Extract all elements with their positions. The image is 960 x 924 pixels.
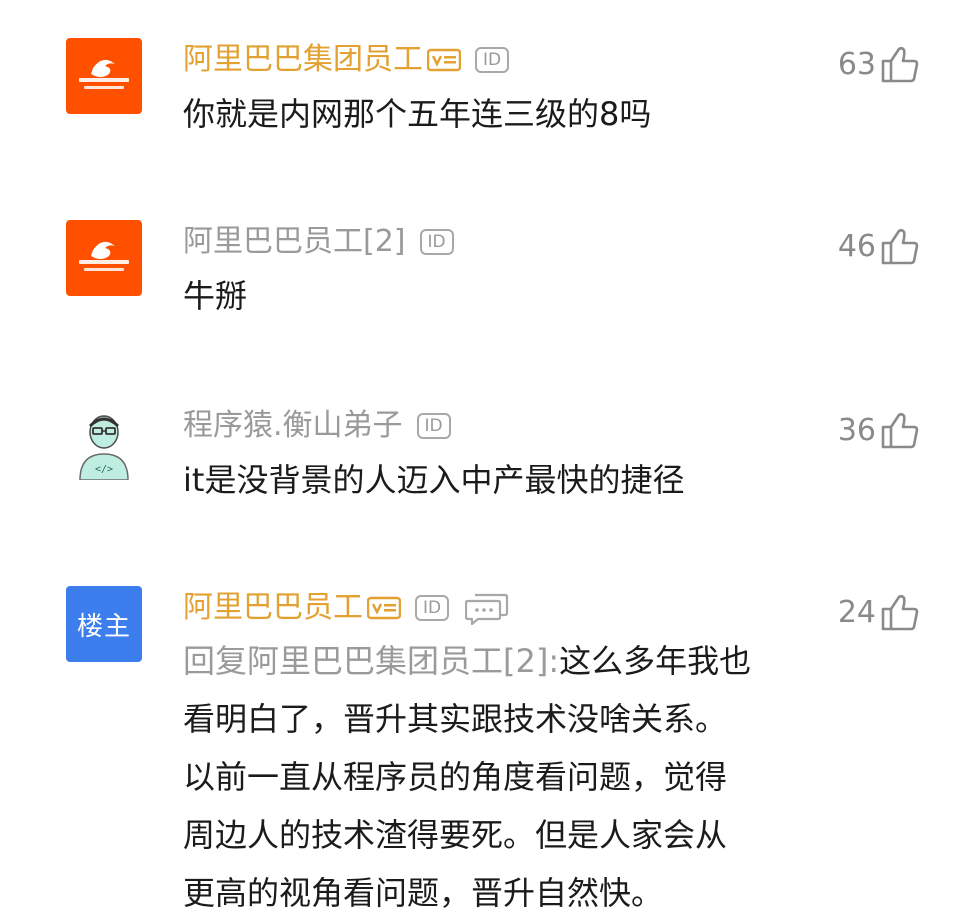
id-badge[interactable]: ID — [416, 413, 451, 439]
thumbs-up-icon[interactable] — [880, 226, 920, 266]
comment-line: 更高的视角看问题，晋升自然快。 — [183, 874, 664, 912]
comment-line-text: 这么多年我也 — [559, 642, 752, 680]
username[interactable]: 阿里巴巴员工 — [183, 588, 363, 628]
id-badge[interactable]: ID — [475, 47, 509, 73]
alibaba-avatar[interactable] — [66, 220, 142, 296]
verified-employee-icon — [367, 596, 401, 620]
username[interactable]: 程序猿.衡山弟子 — [183, 406, 403, 446]
like-count: 36 — [837, 412, 876, 448]
comment-text: it是没背景的人迈入中产最快的捷径 — [183, 461, 685, 499]
message-bubble-icon[interactable] — [465, 591, 509, 625]
like-count: 46 — [837, 228, 876, 264]
thumbs-up-icon[interactable] — [880, 44, 920, 84]
reply-prefix[interactable]: 回复阿里巴巴集团员工[2]: — [183, 642, 559, 680]
id-badge[interactable]: ID — [415, 595, 449, 621]
comment-header: 阿里巴巴员工 ID — [183, 588, 509, 628]
comment-line: 周边人的技术渣得要死。但是人家会从 — [183, 816, 728, 854]
comment-header: 阿里巴巴集团员工 ID — [183, 40, 509, 80]
comment-line: 以前一直从程序员的角度看问题，觉得 — [183, 758, 728, 796]
comment-text: 你就是内网那个五年连三级的8吗 — [183, 95, 652, 133]
coder-avatar[interactable]: </> — [66, 404, 142, 480]
alibaba-logo-icon — [79, 241, 129, 271]
thumbs-up-icon[interactable] — [880, 410, 920, 450]
alibaba-logo-icon — [79, 59, 129, 89]
verified-employee-icon — [427, 48, 461, 72]
comment-text: 回复阿里巴巴集团员工[2]:这么多年我也 看明白了，晋升其实跟技术没啥关系。 以… — [183, 632, 823, 922]
like-control[interactable]: 36 — [834, 410, 920, 450]
comment-line: 看明白了，晋升其实跟技术没啥关系。 — [183, 700, 728, 738]
comment-header: 程序猿.衡山弟子 ID — [183, 406, 451, 446]
like-count: 24 — [837, 594, 876, 630]
like-control[interactable]: 24 — [834, 592, 920, 632]
programmer-avatar-icon: </> — [66, 404, 142, 480]
comment-text: 牛掰 — [183, 277, 248, 315]
username[interactable]: 阿里巴巴员工[2] — [183, 222, 406, 262]
username[interactable]: 阿里巴巴集团员工 — [183, 40, 423, 80]
comment-header: 阿里巴巴员工[2] ID — [183, 222, 454, 262]
like-control[interactable]: 46 — [834, 226, 920, 266]
alibaba-avatar[interactable] — [66, 38, 142, 114]
comment-line: 回复阿里巴巴集团员工[2]:这么多年我也 — [183, 632, 823, 690]
svg-text:</>: </> — [95, 464, 113, 475]
like-count: 63 — [837, 46, 876, 82]
thumbs-up-icon[interactable] — [880, 592, 920, 632]
thread-owner-avatar[interactable]: 楼主 — [66, 586, 142, 662]
id-badge[interactable]: ID — [419, 229, 454, 255]
like-control[interactable]: 63 — [834, 44, 920, 84]
